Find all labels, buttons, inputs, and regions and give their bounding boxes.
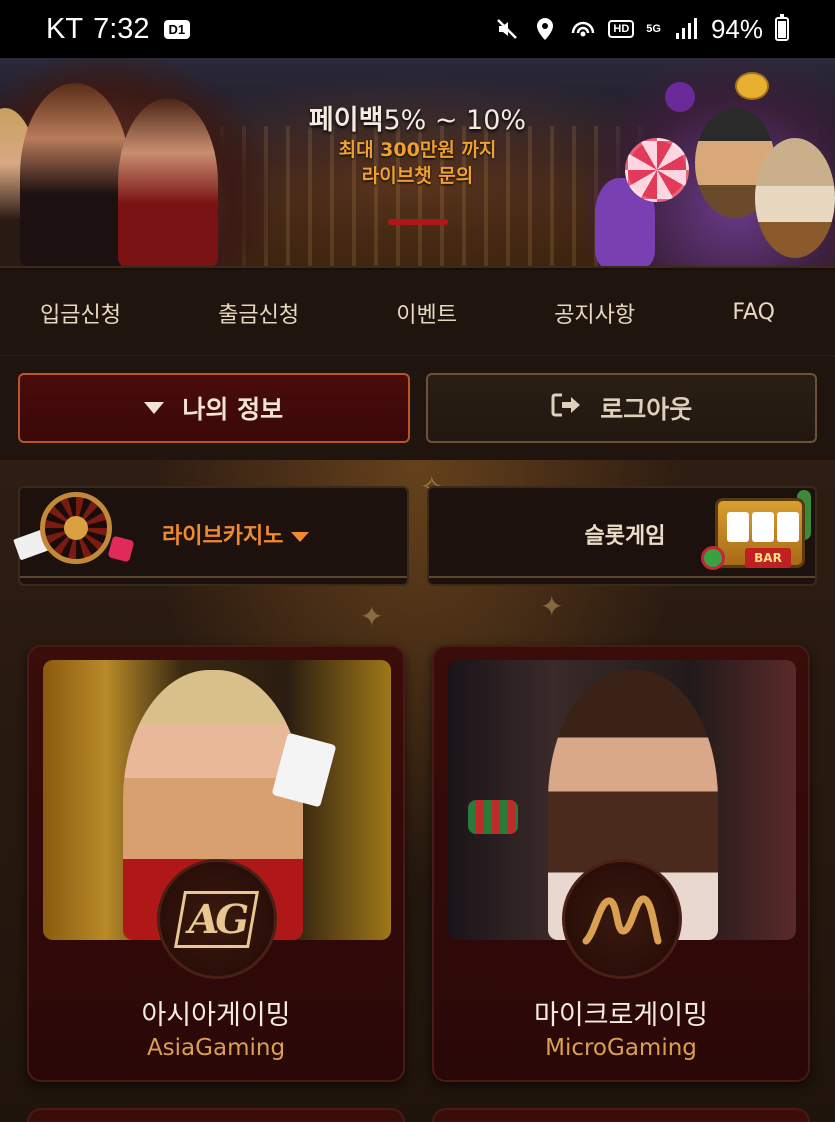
caret-down-icon [144,402,165,414]
menu-item-faq[interactable]: FAQ [732,300,775,325]
battery-percent: 94% [710,13,763,44]
tab-slot-label: 슬롯게임 [584,524,666,549]
banner-title-rest: 5% ~ 10% [383,105,527,136]
top-menu: 입금신청 출금신청 이벤트 공지사항 FAQ [0,270,835,356]
location-icon [532,16,558,42]
game-card-asiagaming[interactable]: AG 아시아게이밍 AsiaGaming [27,645,405,1082]
game-card-subtitle: AsiaGaming [146,1035,286,1061]
game-card-subtitle: MicroGaming [545,1035,697,1061]
banner-dot-active[interactable] [388,219,448,225]
menu-item-withdraw[interactable]: 출금신청 [218,297,299,329]
menu-item-notice[interactable]: 공지사항 [554,297,635,329]
tab-live-casino-label: 라이브카지노 [162,518,310,550]
status-right: HD 5G 94% [494,14,789,45]
clock: 7:32 [93,12,150,45]
banner-title-bold: 페이백 [308,105,384,136]
microgaming-logo-icon [582,895,662,945]
logout-icon [550,392,582,424]
banner-line-2: 라이브챗 문의 [361,165,474,187]
tab-slot-games[interactable]: 슬롯게임 BAR [426,486,817,586]
next-row-peek [27,1108,810,1122]
menu-item-events[interactable]: 이벤트 [396,297,457,329]
logout-button[interactable]: 로그아웃 [425,373,817,443]
category-tabs: 라이브카지노 슬롯게임 BAR [13,486,817,586]
reel-art [727,512,749,542]
game-card-title: 마이크로게이밍 [534,1000,708,1031]
game-card-microgaming[interactable]: 마이크로게이밍 MicroGaming [432,645,810,1082]
carrier-text: KT [46,12,84,45]
tab-live-casino[interactable]: 라이브카지노 [13,486,409,586]
roulette-icon [2,486,152,576]
game-card-partial[interactable] [27,1108,405,1122]
user-actions: 나의 정보 로그아웃 [0,356,835,460]
game-provider-grid: AG 아시아게이밍 AsiaGaming 마이크로게이밍 MicroGaming [27,645,810,1082]
provider-logo-mg [562,859,682,979]
status-left: KT 7:32 D1 [46,12,191,46]
game-card-partial[interactable] [432,1108,810,1122]
menu-item-deposit[interactable]: 입금신청 [40,297,121,329]
network-5g-icon: 5G [646,22,661,35]
banner-pagination [388,219,448,225]
sparkle-decoration: ✦ [360,600,384,633]
game-lobby: ✦ ✦ ✧ 라이브카지노 슬롯게임 BAR [0,460,835,1122]
bar-symbol-icon: BAR [745,548,791,568]
my-info-label: 나의 정보 [182,395,284,424]
coin-icon [735,72,769,100]
carrier-badge: D1 [163,19,191,39]
dice-art [107,535,135,563]
watermelon-icon [701,546,725,570]
logout-label: 로그아웃 [600,395,693,424]
banner-text: 페이백5% ~ 10% 최대 300만원 까지 라이브챗 문의 [0,98,835,189]
slot-machine-icon: BAR [675,490,835,580]
my-info-button[interactable]: 나의 정보 [18,373,410,443]
live-casino-text: 라이브카지노 [162,524,284,549]
hotspot-icon [570,16,596,42]
battery-fill [778,21,786,38]
caret-down-icon [291,532,310,542]
battery-icon [775,14,789,41]
game-card-title: 아시아게이밍 [141,1000,291,1031]
banner-title: 페이백5% ~ 10% [0,98,835,137]
reel-art [777,512,799,542]
hd-voice-icon: HD [608,20,635,38]
sparkle-decoration: ✦ [540,590,564,623]
promo-banner[interactable]: 페이백5% ~ 10% 최대 300만원 까지 라이브챗 문의 [0,58,835,268]
roulette-hub-art [64,516,88,540]
ag-logo-icon: AG [174,890,260,948]
casino-chips-art [468,800,518,834]
signal-icon [673,16,699,42]
status-bar: KT 7:32 D1 HD 5G 94% [0,0,835,58]
provider-logo-ag: AG [157,859,277,979]
reel-art [752,512,774,542]
mute-icon [494,16,520,42]
banner-line-1: 최대 300만원 까지 [338,139,497,161]
